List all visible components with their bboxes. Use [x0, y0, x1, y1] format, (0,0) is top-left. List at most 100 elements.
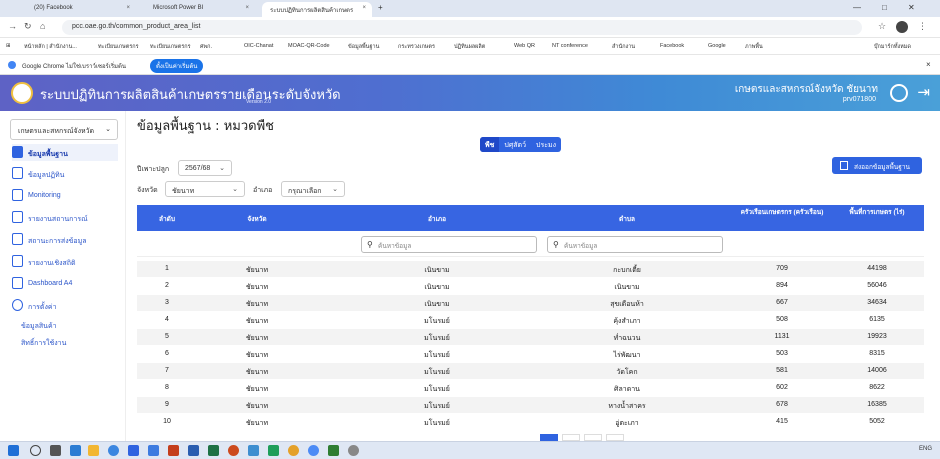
sidebar-item-settings[interactable]: การตั้งค่า: [12, 297, 118, 314]
home-icon[interactable]: ⌂: [40, 21, 45, 31]
user-icon[interactable]: [890, 84, 908, 102]
bookmark-item[interactable]: ปฏิทินผลผลิต: [454, 43, 485, 51]
app-icon[interactable]: [348, 445, 359, 456]
app-icon[interactable]: [228, 445, 239, 456]
minimize-icon[interactable]: —: [853, 3, 861, 12]
report-icon: [12, 255, 23, 267]
app-icon[interactable]: [148, 445, 159, 456]
bookmark-item[interactable]: ทะเบียนเกษตรกร: [150, 43, 191, 51]
bookmark-item[interactable]: ข้อมูลพื้นฐาน: [348, 43, 379, 51]
bookmark-item[interactable]: NT conference: [552, 43, 588, 49]
page-button[interactable]: [540, 434, 558, 441]
window-close-icon[interactable]: ✕: [908, 3, 915, 12]
subdistrict-search-input[interactable]: ⚲ ค้นหาข้อมูล: [547, 236, 723, 253]
col-header-area[interactable]: พื้นที่การเกษตร (ไร่): [837, 209, 917, 217]
bookmark-item[interactable]: MOAC-QR-Code: [288, 43, 330, 49]
infobar-close-icon[interactable]: ×: [926, 60, 931, 69]
chrome-icon[interactable]: [308, 445, 319, 456]
menu-icon[interactable]: ⋮: [918, 21, 927, 32]
app-icon[interactable]: [248, 445, 259, 456]
page-button[interactable]: [562, 434, 580, 441]
sidebar-item-label: รายงานสถานการณ์: [28, 216, 88, 223]
year-select[interactable]: 2567/68 ⌄: [178, 160, 232, 176]
bookmark-item[interactable]: ภาพพื้น: [745, 43, 763, 51]
gear-icon: [12, 299, 23, 311]
table-cell: 44198: [867, 265, 887, 272]
app-icon[interactable]: [88, 445, 99, 456]
apps-icon[interactable]: ⊞: [6, 43, 11, 49]
col-header-no[interactable]: ลำดับ: [137, 214, 197, 224]
sidebar-item-basic-data[interactable]: ข้อมูลพื้นฐาน: [12, 144, 118, 161]
bookmark-item[interactable]: สำนักงาน: [612, 43, 635, 51]
new-tab-button[interactable]: +: [378, 3, 383, 12]
sidebar-sub-products[interactable]: ข้อมูลสินค้า: [21, 321, 57, 332]
table-row: 8 ชัยนาท มโนรมย์ ศิลาดาน 602 8622: [137, 380, 924, 396]
district-search-input[interactable]: ⚲ ค้นหาข้อมูล: [361, 236, 537, 253]
sidebar-item-label: การตั้งค่า: [28, 304, 57, 311]
col-header-district[interactable]: อำเภอ: [377, 214, 497, 224]
sidebar-item-situation-report[interactable]: รายงานสถานการณ์: [12, 209, 118, 226]
app-icon[interactable]: [108, 445, 119, 456]
page-button[interactable]: [584, 434, 602, 441]
col-header-province[interactable]: จังหวัด: [217, 214, 297, 224]
sidebar-item-submission-status[interactable]: สถานะการส่งข้อมูล: [12, 231, 118, 248]
back-icon[interactable]: →: [8, 21, 17, 31]
sidebar-sub-permissions[interactable]: สิทธิ์การใช้งาน: [21, 338, 66, 349]
close-icon[interactable]: ×: [126, 5, 130, 11]
chevron-down-icon: ⌄: [105, 126, 111, 133]
app-version: Version 2.0: [246, 99, 272, 105]
segment-plants[interactable]: พืช: [480, 137, 500, 152]
table-cell: 6135: [869, 316, 885, 323]
bookmark-item[interactable]: OIC-Chanat: [244, 43, 273, 49]
bookmark-item[interactable]: ทะเบียนเกษตรกร: [98, 43, 139, 51]
star-icon[interactable]: ☆: [878, 21, 886, 32]
app-icon[interactable]: [328, 445, 339, 456]
app-icon[interactable]: [70, 445, 81, 456]
profile-avatar[interactable]: [896, 21, 908, 33]
language-indicator[interactable]: ENG: [919, 446, 932, 452]
table-row: 9 ชัยนาท มโนรมย์ หางน้ำสาคร 678 16385: [137, 397, 924, 413]
all-bookmarks[interactable]: บุ๊กมาร์กทั้งหมด: [874, 43, 911, 51]
app-icon[interactable]: [168, 445, 179, 456]
segment-livestock[interactable]: ปศุสัตว์: [499, 137, 531, 152]
maximize-icon[interactable]: □: [882, 3, 887, 12]
app-icon[interactable]: [268, 445, 279, 456]
bookmark-item[interactable]: กระทรวงเกษตร: [398, 43, 435, 51]
set-default-button[interactable]: ตั้งเป็นค่าเริ่มต้น: [150, 59, 204, 73]
segment-fisheries[interactable]: ประมง: [531, 137, 561, 152]
sidebar-item-statistics[interactable]: รายงานเชิงสถิติ: [12, 253, 118, 270]
org-select[interactable]: เกษตรและสหกรณ์จังหวัด ⌄: [10, 119, 118, 140]
sidebar-item-calendar[interactable]: ข้อมูลปฏิทิน: [12, 165, 118, 182]
bookmark-item[interactable]: หน้าหลัก | สำนักงาน...: [24, 43, 77, 51]
tab-powerbi[interactable]: Microsoft Power BI ×: [145, 2, 255, 17]
sidebar-item-monitoring[interactable]: Monitoring: [12, 187, 118, 204]
tab-facebook[interactable]: (20) Facebook ×: [26, 2, 136, 17]
url-field[interactable]: pcc.oae.go.th/common_product_area_list: [62, 20, 862, 35]
page-button[interactable]: [606, 434, 624, 441]
sidebar-item-dashboard[interactable]: Dashboard A4: [12, 275, 118, 292]
start-icon[interactable]: [8, 445, 19, 456]
bookmark-item[interactable]: Google: [708, 43, 726, 49]
reload-icon[interactable]: ↻: [24, 21, 32, 32]
col-header-households[interactable]: ครัวเรือนเกษตรกร (ครัวเรือน): [737, 209, 827, 217]
province-select[interactable]: ชัยนาท ⌄: [165, 181, 245, 197]
col-header-subdistrict[interactable]: ตำบล: [567, 214, 687, 224]
bookmark-item[interactable]: Facebook: [660, 43, 684, 49]
table-cell: ชัยนาท: [245, 386, 269, 393]
export-button[interactable]: ส่งออกข้อมูลพื้นฐาน: [832, 157, 922, 174]
bookmark-item[interactable]: ศพก.: [200, 43, 212, 51]
district-select[interactable]: กรุณาเลือก ⌄: [281, 181, 345, 197]
close-icon[interactable]: ×: [245, 5, 249, 11]
logout-icon[interactable]: ⇥: [917, 83, 930, 101]
bookmark-item[interactable]: Web QR: [514, 43, 535, 49]
app-icon[interactable]: [208, 445, 219, 456]
app-icon[interactable]: [128, 445, 139, 456]
close-icon[interactable]: ×: [362, 5, 366, 11]
table-cell: เนินขาม: [424, 267, 450, 274]
tab-calendar[interactable]: ระบบปฏิทินการผลิตสินค้าเกษตร ×: [262, 2, 372, 17]
table-cell: 709: [776, 265, 788, 272]
search-icon[interactable]: [30, 445, 41, 456]
app-icon[interactable]: [188, 445, 199, 456]
app-icon[interactable]: [288, 445, 299, 456]
task-view-icon[interactable]: [50, 445, 61, 456]
